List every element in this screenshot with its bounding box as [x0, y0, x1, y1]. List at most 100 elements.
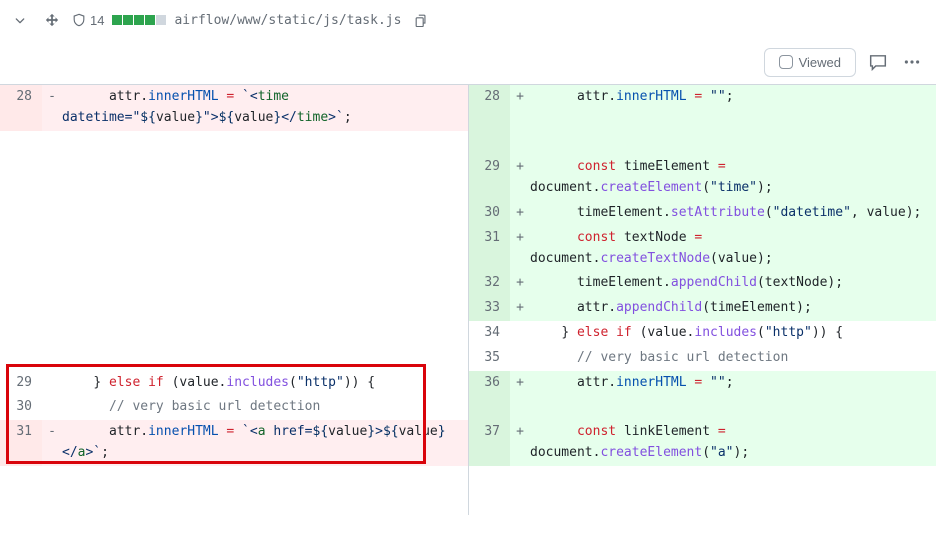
line-number-new — [468, 395, 510, 420]
diff-row — [0, 466, 936, 491]
code-cell — [62, 201, 468, 226]
line-number-new[interactable]: 34 — [468, 321, 510, 346]
line-number-old — [0, 271, 42, 296]
code-cell — [530, 491, 936, 516]
code-cell — [530, 466, 936, 491]
copy-path-icon[interactable] — [409, 8, 433, 32]
diff-marker — [42, 271, 62, 296]
diff-marker — [42, 395, 62, 420]
line-number-old[interactable]: 31 — [0, 420, 42, 466]
diff-marker: + — [510, 201, 530, 226]
code-cell[interactable]: attr.appendChild(timeElement); — [530, 296, 936, 321]
line-number-new[interactable]: 30 — [468, 201, 510, 226]
diff-marker: + — [510, 155, 530, 201]
line-number-new — [468, 491, 510, 516]
security-count[interactable]: 14 — [72, 12, 104, 28]
diff-row — [0, 491, 936, 516]
code-cell[interactable]: attr.innerHTML = ""; — [530, 85, 936, 131]
line-number-old — [0, 346, 42, 371]
diff-row: 35 // very basic url detection — [0, 346, 936, 371]
diff-row: 29 } else if (value.includes("http")) {3… — [0, 371, 936, 396]
security-count-value: 14 — [90, 13, 104, 28]
diff-wrapper: 28- attr.innerHTML = `<time datetime="${… — [0, 84, 936, 515]
line-number-new[interactable]: 29 — [468, 155, 510, 201]
code-cell[interactable]: attr.innerHTML = `<time datetime="${valu… — [62, 85, 468, 131]
diff-marker — [42, 466, 62, 491]
line-number-old — [0, 201, 42, 226]
line-number-old — [0, 491, 42, 516]
diff-marker — [42, 491, 62, 516]
line-number-new[interactable]: 36 — [468, 371, 510, 396]
diff-marker — [42, 296, 62, 321]
line-number-new[interactable]: 35 — [468, 346, 510, 371]
diff-row — [0, 131, 936, 156]
line-number-old — [0, 296, 42, 321]
diff-row: 31- attr.innerHTML = `<a href=${value}>$… — [0, 420, 936, 466]
line-number-old[interactable]: 29 — [0, 371, 42, 396]
code-cell[interactable]: const linkElement = document.createEleme… — [530, 420, 936, 466]
diff-marker — [510, 466, 530, 491]
diff-marker: + — [510, 85, 530, 131]
viewed-toggle[interactable]: Viewed — [764, 48, 856, 77]
code-cell — [530, 131, 936, 156]
line-number-new — [468, 131, 510, 156]
diff-marker — [42, 155, 62, 201]
diff-table: 28- attr.innerHTML = `<time datetime="${… — [0, 84, 936, 515]
diffstat-block-added — [145, 15, 155, 25]
diff-marker — [510, 321, 530, 346]
diff-marker — [510, 395, 530, 420]
code-cell — [62, 466, 468, 491]
code-cell — [62, 346, 468, 371]
diffstat[interactable] — [112, 15, 166, 25]
code-cell[interactable]: // very basic url detection — [62, 395, 468, 420]
diffstat-block-added — [123, 15, 133, 25]
line-number-new — [468, 466, 510, 491]
diff-marker: + — [510, 371, 530, 396]
diff-row: 34 } else if (value.includes("http")) { — [0, 321, 936, 346]
code-cell[interactable]: } else if (value.includes("http")) { — [62, 371, 468, 396]
diff-row: 32+ timeElement.appendChild(textNode); — [0, 271, 936, 296]
diff-marker — [42, 226, 62, 272]
code-cell — [62, 491, 468, 516]
code-cell[interactable]: const timeElement = document.createEleme… — [530, 155, 936, 201]
diff-marker: + — [510, 296, 530, 321]
file-header: 14 airflow/www/static/js/task.js — [0, 0, 936, 40]
code-cell[interactable]: attr.innerHTML = `<a href=${value}>${val… — [62, 420, 468, 466]
file-path[interactable]: airflow/www/static/js/task.js — [174, 13, 401, 28]
kebab-menu-icon[interactable] — [900, 50, 924, 74]
line-number-new[interactable]: 37 — [468, 420, 510, 466]
code-cell[interactable]: timeElement.setAttribute("datetime", val… — [530, 201, 936, 226]
checkbox-icon — [779, 55, 793, 69]
file-header-left: 14 airflow/www/static/js/task.js — [8, 8, 433, 32]
shield-icon — [72, 12, 86, 28]
expand-icon[interactable] — [40, 8, 64, 32]
line-number-new[interactable]: 28 — [468, 85, 510, 131]
code-cell[interactable]: // very basic url detection — [530, 346, 936, 371]
code-cell — [62, 155, 468, 201]
diff-marker: + — [510, 271, 530, 296]
code-cell — [62, 296, 468, 321]
line-number-old[interactable]: 30 — [0, 395, 42, 420]
line-number-old — [0, 131, 42, 156]
diff-row: 29+ const timeElement = document.createE… — [0, 155, 936, 201]
code-cell — [62, 321, 468, 346]
line-number-old — [0, 321, 42, 346]
line-number-old[interactable]: 28 — [0, 85, 42, 131]
line-number-new[interactable]: 33 — [468, 296, 510, 321]
line-number-new[interactable]: 31 — [468, 226, 510, 272]
line-number-new[interactable]: 32 — [468, 271, 510, 296]
diffstat-block-neutral — [156, 15, 166, 25]
code-cell[interactable]: } else if (value.includes("http")) { — [530, 321, 936, 346]
comment-icon[interactable] — [866, 50, 890, 74]
diff-marker: + — [510, 226, 530, 272]
toggle-collapse-icon[interactable] — [8, 8, 32, 32]
diff-marker: - — [42, 85, 62, 131]
code-cell[interactable]: timeElement.appendChild(textNode); — [530, 271, 936, 296]
code-cell[interactable]: attr.innerHTML = ""; — [530, 371, 936, 396]
viewed-label: Viewed — [799, 55, 841, 70]
code-cell[interactable]: const textNode = document.createTextNode… — [530, 226, 936, 272]
code-cell — [62, 271, 468, 296]
diff-row: 30 // very basic url detection — [0, 395, 936, 420]
line-number-old — [0, 155, 42, 201]
diff-marker — [510, 346, 530, 371]
